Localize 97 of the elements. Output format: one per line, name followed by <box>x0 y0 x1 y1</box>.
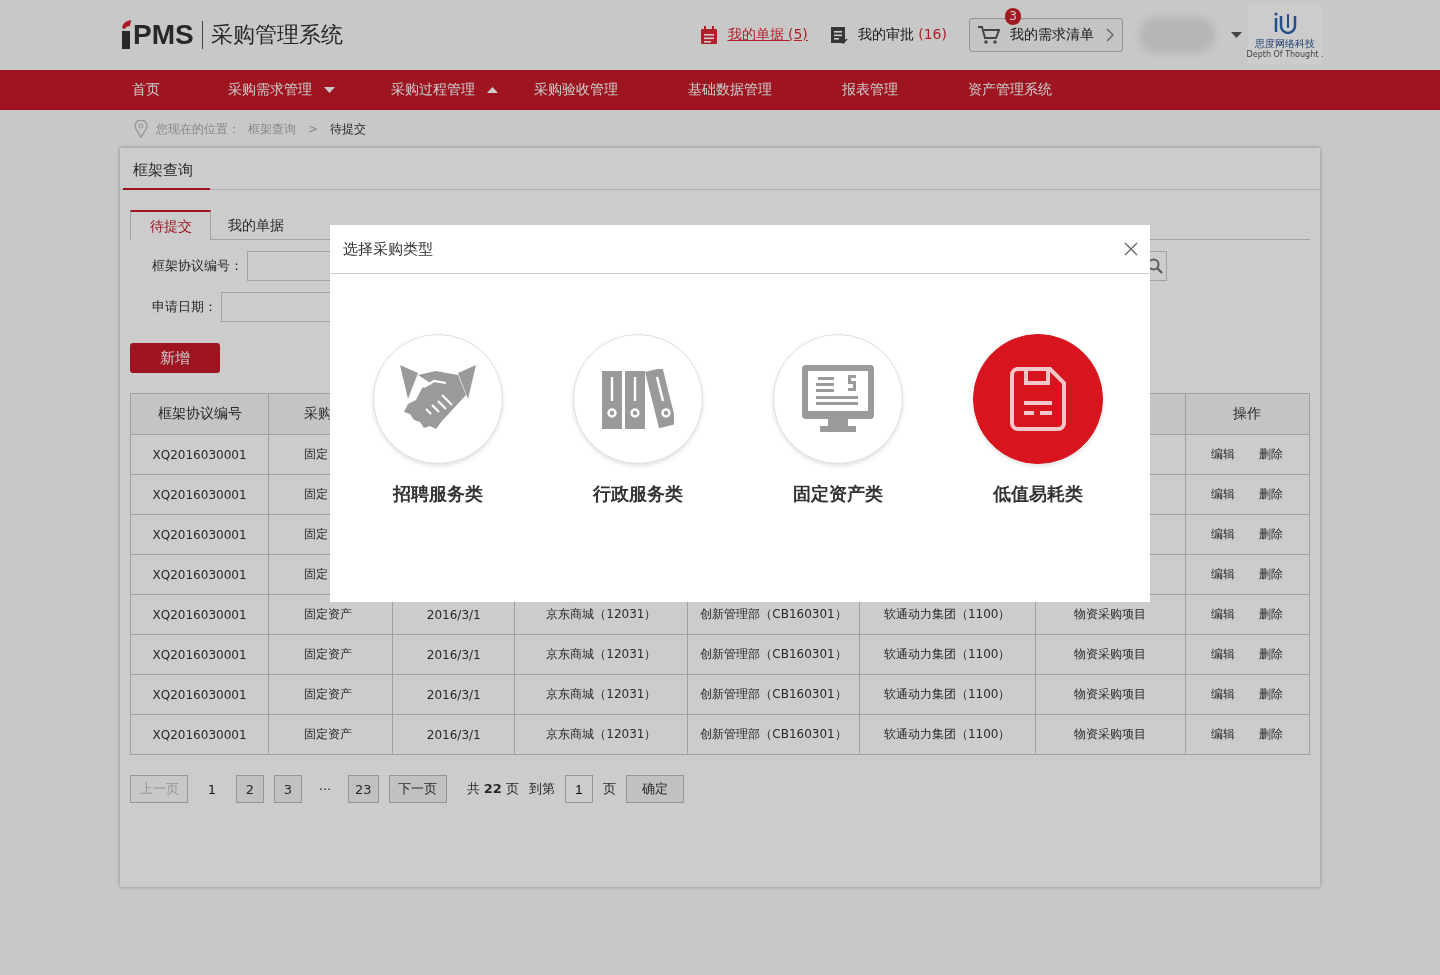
field-label: 框架协议编号： <box>152 257 243 275</box>
table-cell: 软通动力集团（1100） <box>883 727 1011 741</box>
caret-down-icon <box>1231 32 1242 38</box>
edit-link[interactable]: 编辑 <box>1211 727 1236 741</box>
nav-item[interactable]: 采购验收管理 <box>534 81 688 99</box>
confirm-button[interactable]: 确定 <box>625 775 684 803</box>
delete-link[interactable]: 删除 <box>1259 447 1284 461</box>
panel-title: 框架查询 <box>123 161 210 190</box>
table-cell: 软通动力集团（1100） <box>883 607 1011 621</box>
tab[interactable]: 待提交 <box>130 210 211 240</box>
delete-link[interactable]: 删除 <box>1259 727 1284 741</box>
edit-link[interactable]: 编辑 <box>1211 687 1236 701</box>
delete-link[interactable]: 删除 <box>1259 607 1284 621</box>
goto-label: 到第 <box>528 780 555 798</box>
breadcrumb-item[interactable]: 待提交 <box>330 120 367 138</box>
page-button[interactable]: 23 <box>348 775 379 803</box>
clipboard-icon <box>699 26 718 44</box>
delete-link[interactable]: 删除 <box>1259 567 1284 581</box>
table-cell: XQ2016030001 <box>152 487 247 502</box>
field-label: 申请日期： <box>152 298 217 316</box>
nav-item[interactable]: 采购过程管理 <box>391 81 534 99</box>
nav-item[interactable]: 资产管理系统 <box>968 81 1052 99</box>
binders-icon <box>602 369 674 429</box>
pagination-ellipsis: ··· <box>317 781 333 797</box>
close-icon <box>1124 242 1138 256</box>
company-name: 思度网络科技 <box>1255 37 1315 50</box>
nav-item[interactable]: 采购需求管理 <box>228 81 391 99</box>
dialog-title: 选择采购类型 <box>343 239 433 259</box>
edit-link[interactable]: 编辑 <box>1211 447 1236 461</box>
table-cell: XQ2016030001 <box>152 607 247 622</box>
nav-item[interactable]: 首页 <box>132 81 228 99</box>
nav-item[interactable]: 基础数据管理 <box>688 81 842 99</box>
table-cell: 物资采购项目 <box>1074 687 1147 701</box>
table-cell: 软通动力集团（1100） <box>883 687 1011 701</box>
table-cell: XQ2016030001 <box>152 687 247 702</box>
tab[interactable]: 我的单据 <box>215 210 296 239</box>
header-link[interactable]: 我的审批 (16) <box>857 26 947 44</box>
page-button[interactable]: 3 <box>274 775 302 803</box>
column-header: 操作 <box>1233 405 1262 421</box>
table-cell: 固定资产 <box>304 607 353 621</box>
page-total: 共 22 页 <box>466 780 519 798</box>
location-pin-icon <box>134 120 148 138</box>
page-unit: 页 <box>602 780 616 798</box>
next-page-button[interactable]: 下一页 <box>388 775 447 803</box>
table-cell: 固定 <box>304 447 329 461</box>
delete-link[interactable]: 删除 <box>1259 687 1284 701</box>
table-cell: 固定资产 <box>304 727 353 741</box>
table-cell: XQ2016030001 <box>152 447 247 462</box>
document-check-icon <box>829 26 848 44</box>
table-cell: 京东商城（12031） <box>546 647 657 661</box>
table-cell: 软通动力集团（1100） <box>883 647 1011 661</box>
delete-link[interactable]: 删除 <box>1259 527 1284 541</box>
company-slogan: Depth Of Thought . <box>1246 49 1324 59</box>
table-cell: 京东商城（12031） <box>546 607 657 621</box>
table-cell: 固定资产 <box>304 687 353 701</box>
page-button[interactable]: 2 <box>236 775 264 803</box>
page-input[interactable]: 1 <box>564 775 593 803</box>
cart-icon <box>978 26 1000 44</box>
edit-link[interactable]: 编辑 <box>1211 527 1236 541</box>
table-cell: 物资采购项目 <box>1074 727 1147 741</box>
table-cell: 固定 <box>304 567 329 581</box>
nav-item[interactable]: 报表管理 <box>842 81 968 99</box>
logo-text: PMS <box>133 20 194 50</box>
delete-link[interactable]: 删除 <box>1259 487 1284 501</box>
table-cell: 2016/3/1 <box>426 727 481 742</box>
table-cell: 物资采购项目 <box>1074 607 1147 621</box>
page-button[interactable]: 1 <box>198 775 226 803</box>
edit-link[interactable]: 编辑 <box>1211 567 1236 581</box>
table-cell: 2016/3/1 <box>426 687 481 702</box>
count-badge: 3 <box>1005 8 1021 25</box>
chevron-right-icon <box>1106 28 1114 42</box>
table-cell: XQ2016030001 <box>152 647 247 662</box>
table-cell: 固定 <box>304 487 329 501</box>
table-cell: 京东商城（12031） <box>546 687 657 701</box>
breadcrumb-separator: > <box>308 122 319 136</box>
table-cell: 京东商城（12031） <box>546 727 657 741</box>
table-cell: 物资采购项目 <box>1074 647 1147 661</box>
table-cell: XQ2016030001 <box>152 727 247 742</box>
edit-link[interactable]: 编辑 <box>1211 647 1236 661</box>
monitor-icon <box>802 365 874 433</box>
table-cell: XQ2016030001 <box>152 567 247 582</box>
edit-link[interactable]: 编辑 <box>1211 487 1236 501</box>
logo-mark-icon <box>120 20 132 50</box>
table-cell: 创新管理部（CB160301） <box>700 607 847 621</box>
table-cell: 创新管理部（CB160301） <box>700 727 847 741</box>
table-cell: 创新管理部（CB160301） <box>700 647 847 661</box>
column-header: 框架协议编号 <box>157 405 242 421</box>
delete-link[interactable]: 删除 <box>1259 647 1284 661</box>
table-cell: XQ2016030001 <box>152 527 247 542</box>
add-button[interactable]: 新增 <box>130 343 220 373</box>
table-cell: 2016/3/1 <box>426 647 481 662</box>
edit-link[interactable]: 编辑 <box>1211 607 1236 621</box>
table-cell: 固定资产 <box>304 647 353 661</box>
table-cell: 2016/3/1 <box>426 607 481 622</box>
table-cell: 固定 <box>304 527 329 541</box>
table-cell: 创新管理部（CB160301） <box>700 687 847 701</box>
system-title: 采购管理系统 <box>201 21 343 49</box>
